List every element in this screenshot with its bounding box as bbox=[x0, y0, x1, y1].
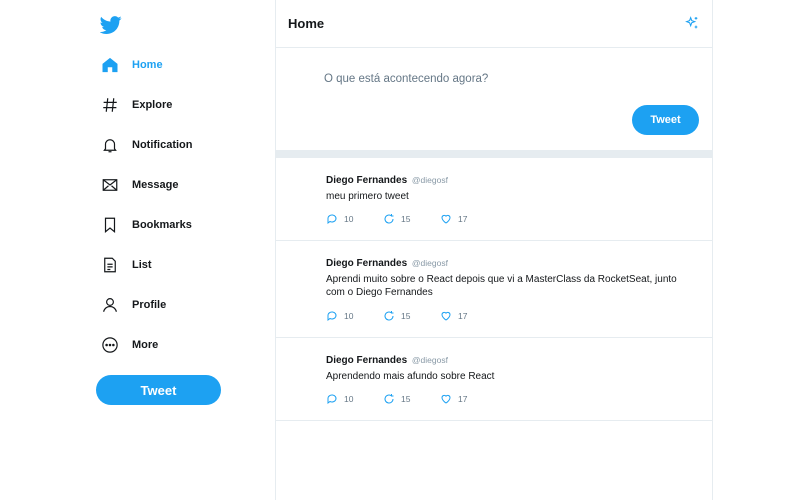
tweet-author: Diego Fernandes @diegosf bbox=[326, 258, 448, 269]
tweet-actions: 10 15 17 bbox=[326, 310, 497, 322]
retweet-icon bbox=[384, 394, 394, 404]
sidebar-item-notification[interactable]: Notification bbox=[100, 134, 260, 156]
tweet-text: Aprendi muito sobre o React depois que v… bbox=[326, 274, 677, 298]
tweet-author: Diego Fernandes @diegosf bbox=[326, 355, 448, 366]
reply-button[interactable]: 10 bbox=[326, 310, 383, 322]
retweet-icon bbox=[384, 214, 394, 224]
retweet-icon bbox=[384, 311, 394, 321]
reply-button[interactable]: 10 bbox=[326, 213, 383, 225]
retweet-count: 15 bbox=[401, 311, 411, 321]
like-count: 17 bbox=[458, 394, 468, 404]
sidebar-item-label: More bbox=[132, 339, 159, 351]
sidebar-item-message[interactable]: Message bbox=[100, 174, 260, 196]
retweet-count: 15 bbox=[401, 214, 411, 224]
author-name[interactable]: Diego Fernandes bbox=[326, 355, 407, 366]
sidebar-item-profile[interactable]: Profile bbox=[100, 294, 260, 316]
sidebar-item-explore[interactable]: Explore bbox=[100, 94, 260, 116]
sidebar-item-more[interactable]: More bbox=[100, 334, 260, 356]
reply-count: 10 bbox=[344, 311, 354, 321]
reply-icon bbox=[327, 214, 337, 224]
compose-input[interactable] bbox=[324, 68, 684, 90]
tweet-composer: Tweet bbox=[276, 48, 712, 150]
sidebar-tweet-button[interactable]: Tweet bbox=[96, 375, 221, 405]
sidebar-item-label: Message bbox=[132, 179, 179, 191]
retweet-button[interactable]: 15 bbox=[383, 393, 440, 405]
sidebar: Home Explore Notification Message Bookma… bbox=[0, 0, 275, 500]
sidebar-item-home[interactable]: Home bbox=[100, 54, 260, 76]
heart-icon bbox=[441, 214, 451, 224]
twitter-bird-icon[interactable] bbox=[100, 14, 122, 36]
tweet-actions: 10 15 17 bbox=[326, 213, 497, 225]
tweet-text: meu primero tweet bbox=[326, 191, 409, 202]
page-title: Home bbox=[288, 16, 325, 31]
compose-tweet-button[interactable]: Tweet bbox=[632, 105, 699, 135]
envelope-icon bbox=[100, 175, 120, 195]
sidebar-item-label: Explore bbox=[132, 99, 173, 111]
retweet-button[interactable]: 15 bbox=[383, 310, 440, 322]
sidebar-item-label: Profile bbox=[132, 299, 167, 311]
like-button[interactable]: 17 bbox=[440, 310, 497, 322]
more-circle-icon bbox=[100, 335, 120, 355]
sidebar-item-list[interactable]: List bbox=[100, 254, 260, 276]
sparkle-icon[interactable] bbox=[684, 15, 700, 31]
reply-icon bbox=[327, 311, 337, 321]
like-count: 17 bbox=[458, 214, 468, 224]
home-icon bbox=[100, 55, 120, 75]
like-button[interactable]: 17 bbox=[440, 393, 497, 405]
sidebar-item-bookmarks[interactable]: Bookmarks bbox=[100, 214, 260, 236]
feed-divider bbox=[276, 150, 712, 158]
tweet-card[interactable]: Diego Fernandes @diegosf Aprendendo mais… bbox=[276, 338, 712, 421]
sidebar-item-label: List bbox=[132, 259, 152, 271]
bell-icon bbox=[100, 135, 120, 155]
timeline-header: Home bbox=[276, 0, 712, 48]
author-handle[interactable]: @diegosf bbox=[412, 258, 448, 268]
timeline: Home Tweet Diego Fernandes @diegosf meu … bbox=[275, 0, 713, 500]
reply-count: 10 bbox=[344, 214, 354, 224]
reply-button[interactable]: 10 bbox=[326, 393, 383, 405]
heart-icon bbox=[441, 394, 451, 404]
reply-count: 10 bbox=[344, 394, 354, 404]
heart-icon bbox=[441, 311, 451, 321]
tweet-card[interactable]: Diego Fernandes @diegosf meu primero twe… bbox=[276, 158, 712, 241]
retweet-button[interactable]: 15 bbox=[383, 213, 440, 225]
like-count: 17 bbox=[458, 311, 468, 321]
reply-icon bbox=[327, 394, 337, 404]
person-icon bbox=[100, 295, 120, 315]
sidebar-item-label: Notification bbox=[132, 139, 193, 151]
author-handle[interactable]: @diegosf bbox=[412, 175, 448, 185]
tweet-card[interactable]: Diego Fernandes @diegosf Aprendi muito s… bbox=[276, 241, 712, 338]
like-button[interactable]: 17 bbox=[440, 213, 497, 225]
sidebar-item-label: Home bbox=[132, 59, 163, 71]
bookmark-icon bbox=[100, 215, 120, 235]
retweet-count: 15 bbox=[401, 394, 411, 404]
hashtag-icon bbox=[100, 95, 120, 115]
tweet-actions: 10 15 17 bbox=[326, 393, 497, 405]
tweet-text: Aprendendo mais afundo sobre React bbox=[326, 371, 495, 382]
author-name[interactable]: Diego Fernandes bbox=[326, 258, 407, 269]
sidebar-item-label: Bookmarks bbox=[132, 219, 192, 231]
list-document-icon bbox=[100, 255, 120, 275]
author-name[interactable]: Diego Fernandes bbox=[326, 175, 407, 186]
author-handle[interactable]: @diegosf bbox=[412, 355, 448, 365]
tweet-author: Diego Fernandes @diegosf bbox=[326, 175, 448, 186]
